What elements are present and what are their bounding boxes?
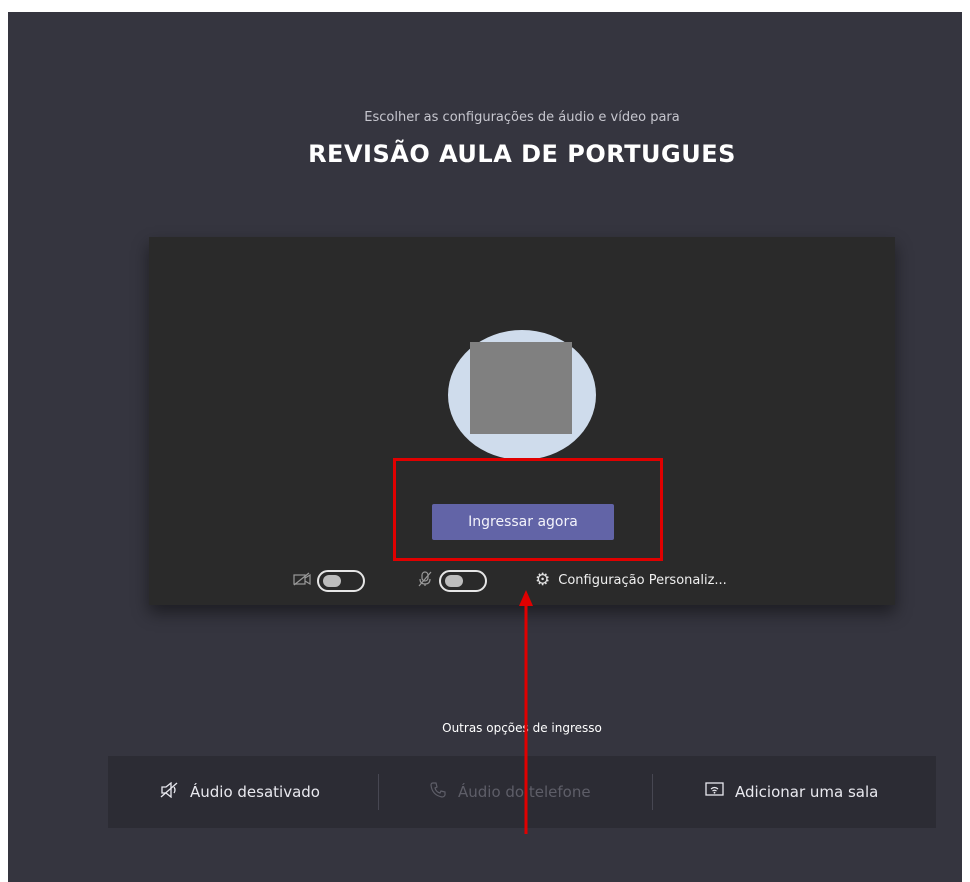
options-divider — [378, 774, 379, 810]
annotation-highlight-box — [393, 458, 663, 561]
add-room-label: Adicionar uma sala — [735, 783, 879, 801]
device-settings-label: Configuração Personaliz... — [558, 572, 727, 588]
camera-off-icon — [293, 572, 311, 590]
camera-control — [293, 570, 365, 592]
audio-off-label: Áudio desativado — [190, 783, 320, 801]
camera-toggle-knob — [323, 575, 341, 587]
options-divider — [652, 774, 653, 810]
add-room-option[interactable]: Adicionar uma sala — [705, 756, 878, 828]
avatar-image — [470, 342, 572, 434]
gear-icon: ⚙ — [535, 570, 551, 590]
mic-toggle[interactable] — [439, 570, 487, 592]
other-join-options-bar: Áudio desativado Áudio do telefone Adici… — [108, 756, 936, 828]
mic-control — [417, 570, 487, 592]
mic-toggle-knob — [445, 575, 463, 587]
camera-toggle[interactable] — [317, 570, 365, 592]
other-join-options-label: Outras opções de ingresso — [442, 721, 602, 735]
audio-off-option[interactable]: Áudio desativado — [160, 756, 320, 828]
speaker-off-icon — [160, 781, 180, 802]
phone-audio-label: Áudio do telefone — [458, 783, 591, 801]
phone-audio-option[interactable]: Áudio do telefone — [430, 756, 591, 828]
device-settings-button[interactable]: ⚙ Configuração Personaliz... — [535, 570, 727, 590]
meeting-title: REVISÃO AULA DE PORTUGUES — [308, 140, 736, 168]
mic-off-icon — [417, 571, 433, 591]
cast-screen-icon — [705, 782, 725, 802]
prejoin-subtitle: Escolher as configurações de áudio e víd… — [364, 110, 680, 125]
phone-icon — [430, 782, 446, 802]
